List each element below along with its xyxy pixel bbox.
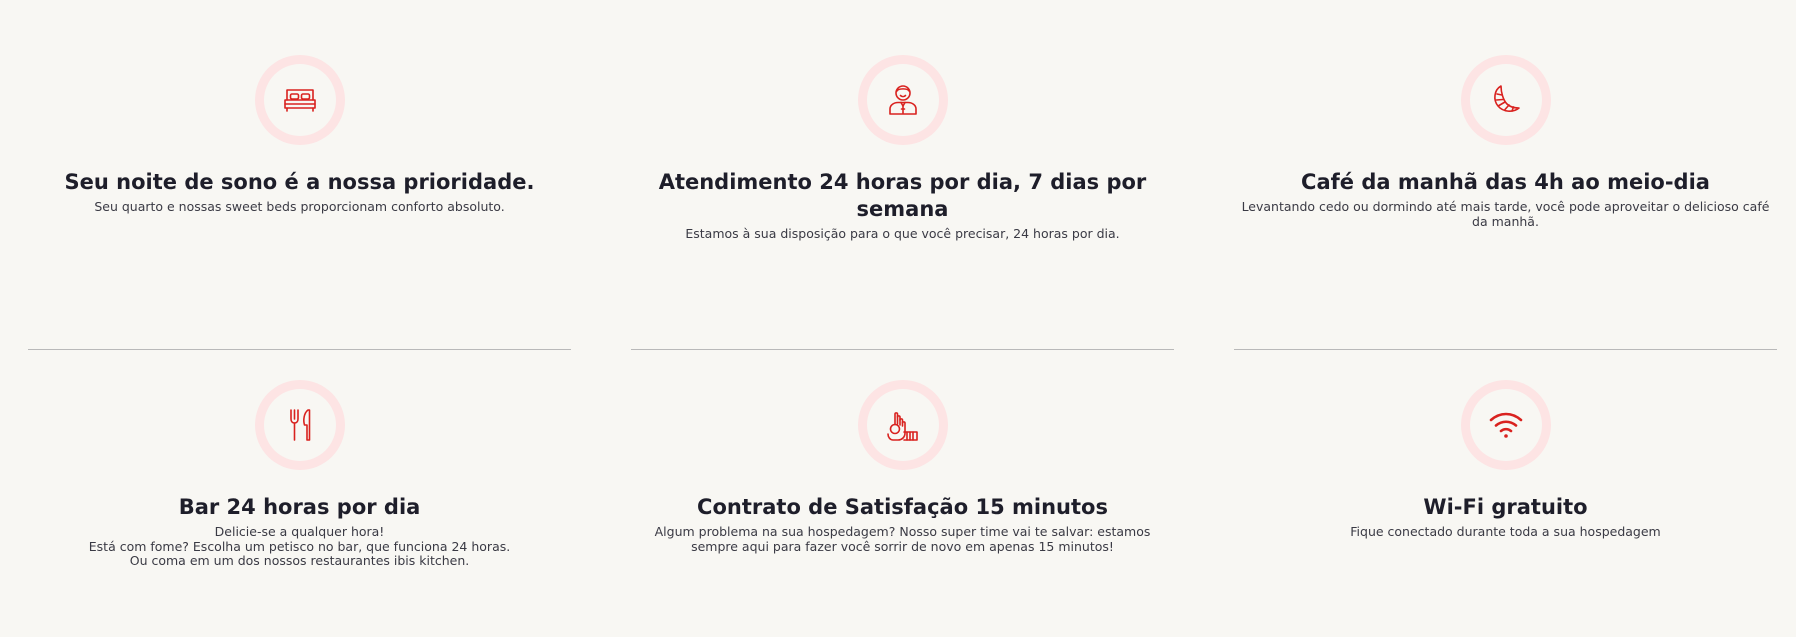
feature-title: Bar 24 horas por dia [178,495,421,519]
icon-ring [857,380,948,470]
feature-title: Contrato de Satisfação 15 minutos [697,495,1108,519]
icon-ring [254,55,345,145]
feature-description: Fique conectado durante toda a sua hospe… [1350,524,1661,539]
feature-wifi: Wi-Fi gratuito Fique conectado durante t… [1234,380,1777,540]
ok-hand-icon [886,412,918,441]
feature-description: Estamos à sua disposição para o que você… [685,226,1120,241]
divider [631,349,1174,350]
feature-title: Wi-Fi gratuito [1423,495,1588,519]
feature-description: Seu quarto e nossas sweet beds proporcio… [94,199,505,214]
feature-satisfaction: Contrato de Satisfação 15 minutos Algum … [631,380,1174,554]
icon-ring [1460,55,1551,145]
icon-ring [857,55,948,145]
feature-title: Café da manhã das 4h ao meio-dia [1301,170,1710,194]
croissant-icon [1493,85,1520,112]
feature-breakfast: Café da manhã das 4h ao meio-dia Levanta… [1234,55,1777,229]
icon-ring [1460,380,1551,470]
divider [28,349,571,350]
receptionist-icon [888,85,917,115]
bed-icon [283,89,316,112]
feature-title: Atendimento 24 horas por dia, 7 dias por… [658,170,1147,221]
fork-knife-icon [289,409,310,441]
divider [1234,349,1777,350]
feature-sleep: Seu noite de sono é a nossa prioridade. … [28,55,571,215]
feature-description: Algum problema na sua hospedagem? Nosso … [654,524,1151,554]
feature-description: Levantando cedo ou dormindo até mais tar… [1241,199,1770,229]
feature-description: Delicie-se a qualquer hora! Está com fom… [88,524,511,568]
wifi-icon [1489,412,1522,438]
feature-bar: Bar 24 horas por dia Delicie-se a qualqu… [28,380,571,569]
features-grid: Seu noite de sono é a nossa prioridade. … [0,0,1796,637]
feature-reception: Atendimento 24 horas por dia, 7 dias por… [631,55,1174,242]
feature-title: Seu noite de sono é a nossa prioridade. [64,170,535,194]
icon-ring [254,380,345,470]
